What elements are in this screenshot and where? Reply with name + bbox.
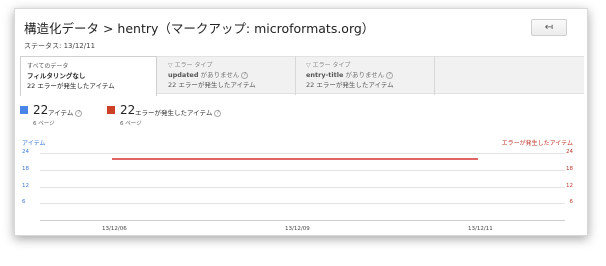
x-tick-label: 13/12/11	[468, 226, 493, 232]
right-axis-title: エラーが発生したアイテム	[501, 140, 573, 147]
gridline	[40, 186, 565, 188]
tab-title: がありません	[198, 71, 240, 79]
x-tick-label: 13/12/09	[285, 226, 310, 232]
legend-count: 22	[120, 103, 136, 117]
missing-property: updated	[168, 71, 199, 79]
tab-all-data[interactable]: すべてのデータ フィルタリングなし 22 エラーが発生したアイテム	[20, 56, 157, 96]
help-icon[interactable]: ?	[386, 71, 394, 79]
gridline	[40, 203, 565, 205]
missing-property: entry-title	[306, 71, 344, 79]
legend-label: アイテム ?	[48, 107, 83, 117]
legend-pages: 6 ページ	[33, 121, 55, 127]
page-title: 構造化データ > hentry（マークアップ: microformats.org…	[24, 21, 375, 36]
tab-count: 22 エラーが発生したアイテム	[306, 81, 394, 89]
status-text: ステータス: 13/12/11	[24, 42, 96, 50]
left-y-tick-label: 24	[22, 149, 29, 155]
filter-tabs: すべてのデータ フィルタリングなし 22 エラーが発生したアイテム ▽ エラー タ…	[20, 56, 584, 96]
gridline	[40, 153, 565, 154]
x-axis-line	[40, 220, 565, 221]
right-y-tick-label: 6	[569, 199, 574, 206]
left-y-tick-label: 6	[22, 199, 26, 206]
tab-title: がありません	[343, 71, 385, 79]
filter-icon: ▽	[306, 62, 311, 69]
x-tick-label: 13/12/06	[102, 226, 127, 232]
series-line-errors	[112, 157, 478, 160]
filter-icon: ▽	[168, 62, 173, 69]
tab-error-updated[interactable]: ▽ エラー タイプ updated がありません ? 22 エラーが発生したアイテ…	[158, 56, 296, 95]
tab-error-entry-title[interactable]: ▽ エラー タイプ entry-title がありません ? 22 エラーが発生し…	[296, 56, 435, 95]
structured-data-card: 構造化データ > hentry（マークアップ: microformats.org…	[14, 8, 588, 236]
right-y-tick-label: 12	[566, 182, 573, 189]
legend-count: 22	[33, 103, 49, 117]
tab-count: 22 エラーが発生したアイテム	[27, 82, 115, 90]
right-y-tick-label: 24	[566, 149, 573, 155]
left-y-tick-label: 18	[22, 165, 29, 172]
help-icon[interactable]: ?	[75, 109, 83, 117]
legend-label: エラーが発生したアイテム ?	[135, 107, 222, 117]
tab-caption: エラー タイプ	[312, 62, 351, 69]
tab-caption: エラー タイプ	[174, 62, 213, 69]
legend-swatch-errors	[107, 106, 115, 114]
legend-swatch-items	[20, 106, 28, 114]
legend-pages: 6 ページ	[120, 121, 142, 127]
tab-title: フィルタリングなし	[27, 72, 86, 80]
back-button[interactable]: ↤	[531, 19, 567, 36]
right-y-tick-label: 18	[566, 165, 573, 172]
left-y-tick-label: 12	[22, 182, 29, 189]
left-axis-title: アイテム	[22, 140, 46, 147]
tab-count: 22 エラーが発生したアイテム	[168, 81, 256, 89]
help-icon[interactable]: ?	[214, 109, 222, 117]
help-icon[interactable]: ?	[241, 71, 249, 79]
tab-caption: すべてのデータ	[27, 63, 69, 70]
gridline	[40, 169, 565, 171]
